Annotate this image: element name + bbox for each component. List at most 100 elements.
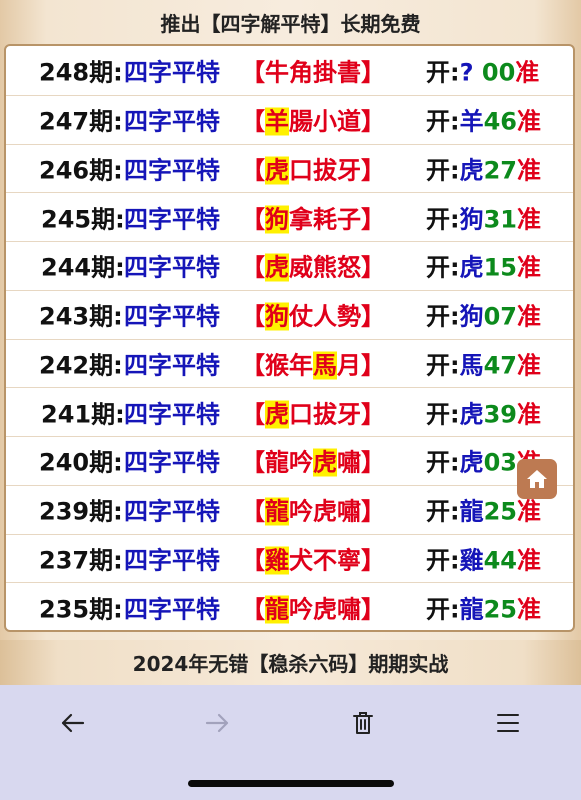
menu-icon — [497, 714, 519, 732]
bracket-open: 【 — [241, 253, 265, 282]
period-number: 244期: — [41, 253, 125, 282]
prediction-label: 四字平特 — [124, 156, 220, 185]
result-animal: 龍 — [459, 497, 484, 526]
table-row: 246期: 四字平特 【虎口拔牙】 开:虎27准 — [6, 144, 573, 194]
phrase-rest: 吟虎嘯 — [289, 497, 361, 526]
result-animal: ? — [459, 58, 474, 87]
result: 开:? 00准 — [426, 53, 539, 88]
result-number: 46 — [483, 107, 518, 136]
period-number: 237期: — [39, 546, 123, 575]
result-suffix: 准 — [517, 546, 542, 575]
table-row: 239期: 四字平特 【龍吟虎嘯】 开:龍25准 — [6, 485, 573, 535]
result-number: 39 — [483, 400, 518, 429]
period-number: 245期: — [41, 205, 125, 234]
result-number: 07 — [483, 302, 518, 331]
bracket-open: 【 — [241, 107, 265, 136]
result-prefix: 开: — [426, 497, 460, 526]
prediction-phrase: 【羊腸小道】 — [241, 102, 385, 137]
result-animal: 狗 — [459, 205, 484, 234]
result: 开:狗07准 — [426, 297, 541, 332]
period-number: 235期: — [39, 595, 123, 624]
prediction-phrase: 【虎威熊怒】 — [241, 248, 385, 283]
prediction-label: 四字平特 — [124, 58, 220, 87]
result: 开:虎39准 — [426, 394, 541, 429]
bracket-close: 】 — [361, 546, 385, 575]
highlighted-char: 羊 — [265, 107, 289, 136]
result-prefix: 开: — [426, 107, 460, 136]
period-number: 240期: — [39, 448, 123, 477]
phrase-pre: 猴年 — [265, 351, 313, 380]
result: 开:馬47准 — [426, 345, 541, 380]
result-number: 47 — [483, 351, 518, 380]
home-icon — [527, 470, 547, 488]
result-animal: 虎 — [459, 448, 484, 477]
phrase-rest: 口拔牙 — [289, 156, 361, 185]
highlighted-char: 狗 — [265, 205, 289, 234]
result-prefix: 开: — [426, 400, 460, 429]
bracket-close: 】 — [361, 595, 385, 624]
result-prefix: 开: — [426, 156, 460, 185]
result-suffix: 准 — [515, 58, 540, 87]
result-prefix: 开: — [426, 253, 460, 282]
result-prefix: 开: — [426, 546, 460, 575]
delete-button[interactable] — [341, 701, 385, 745]
phrase-pre: 龍吟 — [265, 448, 313, 477]
result-prefix: 开: — [426, 595, 460, 624]
bracket-open: 【 — [241, 302, 265, 331]
result-suffix: 准 — [517, 253, 542, 282]
prediction-label: 四字平特 — [124, 546, 220, 575]
menu-button[interactable] — [486, 701, 530, 745]
phrase-rest: 月 — [337, 351, 361, 380]
prediction-phrase: 【虎口拔牙】 — [241, 394, 385, 429]
prediction-label: 四字平特 — [124, 253, 220, 282]
result-animal: 虎 — [459, 253, 484, 282]
prediction-phrase: 【虎口拔牙】 — [241, 150, 385, 185]
table-row: 243期: 四字平特 【狗仗人勢】 开:狗07准 — [6, 290, 573, 340]
result-number: 00 — [473, 58, 516, 87]
period-number: 241期: — [41, 400, 125, 429]
forward-button[interactable] — [196, 701, 240, 745]
result-number: 31 — [483, 205, 518, 234]
page-title: 推出【四字解平特】长期免费 — [160, 11, 421, 36]
table-row: 240期:四字平特【龍吟虎嘯】开:虎03准 — [6, 436, 573, 486]
result-suffix: 准 — [517, 205, 542, 234]
phrase-rest: 吟虎嘯 — [289, 595, 361, 624]
prediction-phrase: 【雞犬不寧】 — [241, 540, 385, 575]
result-animal: 馬 — [459, 351, 484, 380]
bracket-close: 】 — [361, 351, 385, 380]
result-number: 44 — [483, 546, 518, 575]
bracket-open: 【 — [241, 546, 265, 575]
bracket-close: 】 — [361, 58, 385, 87]
prediction-label: 四字平特 — [124, 595, 220, 624]
highlighted-char: 虎 — [313, 448, 337, 477]
phrase-rest: 牛角掛書 — [265, 58, 361, 87]
result-number: 27 — [483, 156, 518, 185]
result-animal: 羊 — [459, 107, 484, 136]
highlighted-char: 馬 — [313, 351, 337, 380]
trash-icon — [353, 712, 373, 734]
prediction-phrase: 【狗拿耗子】 — [241, 199, 385, 234]
result-number: 25 — [483, 595, 518, 624]
result-number: 03 — [483, 448, 518, 477]
result-suffix: 准 — [517, 497, 542, 526]
bracket-close: 】 — [361, 302, 385, 331]
phrase-rest: 犬不寧 — [289, 546, 361, 575]
result-prefix: 开: — [426, 351, 460, 380]
bracket-open: 【 — [241, 351, 265, 380]
result-prefix: 开: — [426, 302, 460, 331]
highlighted-char: 虎 — [265, 400, 289, 429]
result-prefix: 开: — [426, 448, 460, 477]
table-row: 241期: 四字平特 【虎口拔牙】 开:虎39准 — [6, 387, 573, 437]
prediction-label: 四字平特 — [124, 302, 220, 331]
table-row: 248期: 四字平特 【牛角掛書】 开:? 00准 — [6, 46, 573, 96]
result: 开:龍25准 — [426, 589, 541, 624]
back-button[interactable] — [50, 701, 94, 745]
bracket-open: 【 — [241, 400, 265, 429]
prediction-label: 四字平特 — [124, 351, 220, 380]
prediction-label: 四字平特 — [124, 400, 220, 429]
prediction-phrase: 【牛角掛書】 — [241, 53, 385, 88]
result: 开:雞44准 — [426, 540, 541, 575]
home-button[interactable] — [517, 459, 557, 499]
result-animal: 虎 — [459, 156, 484, 185]
bracket-close: 】 — [361, 448, 385, 477]
